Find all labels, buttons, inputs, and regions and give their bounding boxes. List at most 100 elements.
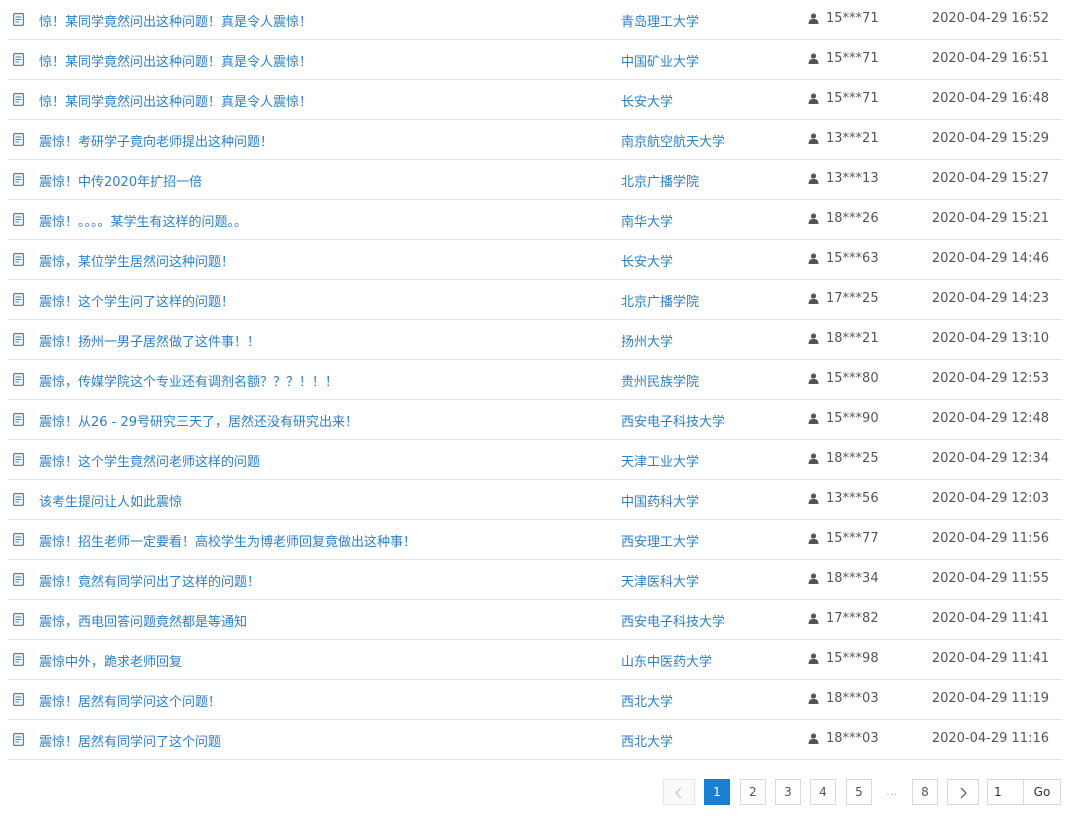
post-time: 2020-04-29 12:48 [931, 411, 1049, 426]
document-icon [13, 373, 24, 386]
page-4-button[interactable]: 4 [810, 779, 836, 805]
question-title-link[interactable]: 震惊中外，跪求老师回复 [39, 651, 182, 670]
list-item[interactable]: 震惊！中传2020年扩招一倍 北京广播学院 13***13 2020-04-29 15… [8, 160, 1062, 200]
chevron-left-icon [675, 787, 682, 799]
list-item[interactable]: 震惊！从26 - 29号研究三天了，居然还没有研究出来！ 西安电子科技大学 15**… [8, 400, 1062, 440]
school-link[interactable]: 中国矿业大学 [621, 51, 699, 70]
list-item[interactable]: 震惊！。。。。某学生有这样的问题。。 南华大学 18***26 2020-04-29 … [8, 200, 1062, 240]
document-icon [13, 133, 24, 146]
user-id: 15***71 [826, 51, 879, 66]
next-page-button[interactable] [947, 779, 979, 805]
school-link[interactable]: 贵州民族学院 [621, 371, 699, 390]
question-title-link[interactable]: 震惊！中传2020年扩招一倍 [39, 171, 202, 190]
question-title-link[interactable]: 震惊！居然有同学问了这个问题 [39, 731, 221, 750]
page-5-button[interactable]: 5 [846, 779, 872, 805]
prev-page-button[interactable] [663, 779, 695, 805]
post-time: 2020-04-29 11:55 [931, 571, 1049, 586]
list-item[interactable]: 震惊，西电回答问题竟然都是等通知 西安电子科技大学 17***82 2020-04-2… [8, 600, 1062, 640]
document-icon [13, 573, 24, 586]
question-title-link[interactable]: 惊！某同学竟然问出这种问题！真是令人震惊！ [39, 91, 312, 110]
chevron-right-icon [960, 787, 967, 799]
list-item[interactable]: 震惊！居然有同学问这个问题！ 西北大学 18***03 2020-04-29 11:1… [8, 680, 1062, 720]
post-time: 2020-04-29 14:23 [931, 291, 1049, 306]
list-item[interactable]: 震惊！这个学生竟然问老师这样的问题 天津工业大学 18***25 2020-04-29… [8, 440, 1062, 480]
question-title-link[interactable]: 震惊，某位学生居然问这种问题！ [39, 251, 234, 270]
question-title-link[interactable]: 震惊！。。。。某学生有这样的问题。。 [39, 211, 247, 230]
list-item[interactable]: 惊！某同学竟然问出这种问题！真是令人震惊！ 中国矿业大学 15***71 2020-0… [8, 40, 1062, 80]
list-item[interactable]: 震惊！扬州一男子居然做了这件事！！ 扬州大学 18***21 2020-04-29 1… [8, 320, 1062, 360]
list-item[interactable]: 震惊中外，跪求老师回复 山东中医药大学 15***98 2020-04-29 11:4… [8, 640, 1062, 680]
question-title-link[interactable]: 震惊！居然有同学问这个问题！ [39, 691, 221, 710]
school-link[interactable]: 西安电子科技大学 [621, 411, 725, 430]
school-link[interactable]: 长安大学 [621, 91, 673, 110]
school-link[interactable]: 天津医科大学 [621, 571, 699, 590]
user-id: 15***63 [826, 251, 879, 266]
school-link[interactable]: 西安电子科技大学 [621, 611, 725, 630]
user-id: 15***98 [826, 651, 879, 666]
list-item[interactable]: 震惊！招生老师一定要看！高校学生为博老师回复竟做出这种事！ 西安理工大学 15***… [8, 520, 1062, 560]
school-link[interactable]: 南京航空航天大学 [621, 131, 725, 150]
list-item[interactable]: 震惊，传媒学院这个专业还有调剂名额？？？！！！ 贵州民族学院 15***80 2020… [8, 360, 1062, 400]
question-title-link[interactable]: 惊！某同学竟然问出这种问题！真是令人震惊！ [39, 51, 312, 70]
school-link[interactable]: 西北大学 [621, 731, 673, 750]
post-time: 2020-04-29 12:03 [931, 491, 1049, 506]
document-icon [13, 413, 24, 426]
question-title-link[interactable]: 震惊！扬州一男子居然做了这件事！！ [39, 331, 260, 350]
document-icon [13, 93, 24, 106]
user-icon [808, 693, 819, 704]
document-icon [13, 13, 24, 26]
user-icon [808, 293, 819, 304]
school-link[interactable]: 中国药科大学 [621, 491, 699, 510]
page-2-button[interactable]: 2 [740, 779, 766, 805]
school-link[interactable]: 西安理工大学 [621, 531, 699, 550]
school-link[interactable]: 山东中医药大学 [621, 651, 712, 670]
list-item[interactable]: 震惊！竟然有同学问出了这样的问题！ 天津医科大学 18***34 2020-04-29… [8, 560, 1062, 600]
question-title-link[interactable]: 震惊，传媒学院这个专业还有调剂名额？？？！！！ [39, 371, 338, 390]
list-item[interactable]: 惊！某同学竟然问出这种问题！真是令人震惊！ 青岛理工大学 15***71 2020-0… [8, 0, 1062, 40]
page-1-button[interactable]: 1 [704, 779, 730, 805]
school-link[interactable]: 天津工业大学 [621, 451, 699, 470]
post-time: 2020-04-29 11:56 [931, 531, 1049, 546]
list-item[interactable]: 震惊，某位学生居然问这种问题！ 长安大学 15***63 2020-04-29 14:… [8, 240, 1062, 280]
school-link[interactable]: 北京广播学院 [621, 171, 699, 190]
question-title-link[interactable]: 震惊！从26 - 29号研究三天了，居然还没有研究出来！ [39, 411, 358, 430]
user-id: 13***56 [826, 491, 879, 506]
question-title-link[interactable]: 震惊！竟然有同学问出了这样的问题！ [39, 571, 260, 590]
list-item[interactable]: 该考生提问让人如此震惊 中国药科大学 13***56 2020-04-29 12:03 [8, 480, 1062, 520]
question-title-link[interactable]: 震惊！这个学生竟然问老师这样的问题 [39, 451, 260, 470]
school-link[interactable]: 青岛理工大学 [621, 11, 699, 30]
school-link[interactable]: 北京广播学院 [621, 291, 699, 310]
user-icon [808, 333, 819, 344]
school-link[interactable]: 长安大学 [621, 251, 673, 270]
user-id: 18***26 [826, 211, 879, 226]
post-time: 2020-04-29 16:51 [931, 51, 1049, 66]
question-title-link[interactable]: 震惊，西电回答问题竟然都是等通知 [39, 611, 247, 630]
list-item[interactable]: 惊！某同学竟然问出这种问题！真是令人震惊！ 长安大学 15***71 2020-04-… [8, 80, 1062, 120]
document-icon [13, 493, 24, 506]
question-title-link[interactable]: 震惊！这个学生问了这样的问题！ [39, 291, 234, 310]
user-id: 18***34 [826, 571, 879, 586]
page-3-button[interactable]: 3 [775, 779, 801, 805]
school-link[interactable]: 扬州大学 [621, 331, 673, 350]
post-time: 2020-04-29 16:52 [931, 11, 1049, 26]
go-button[interactable]: Go [1024, 779, 1061, 805]
user-icon [808, 213, 819, 224]
post-time: 2020-04-29 15:21 [931, 211, 1049, 226]
question-title-link[interactable]: 震惊！招生老师一定要看！高校学生为博老师回复竟做出这种事！ [39, 531, 416, 550]
page-8-button[interactable]: 8 [912, 779, 938, 805]
page-jump-input[interactable] [987, 779, 1024, 805]
question-title-link[interactable]: 惊！某同学竟然问出这种问题！真是令人震惊！ [39, 11, 312, 30]
document-icon [13, 733, 24, 746]
list-item[interactable]: 震惊！考研学子竟向老师提出这种问题！ 南京航空航天大学 13***21 2020-04… [8, 120, 1062, 160]
list-item[interactable]: 震惊！这个学生问了这样的问题！ 北京广播学院 17***25 2020-04-29 1… [8, 280, 1062, 320]
user-icon [808, 413, 819, 424]
list-item[interactable]: 震惊！居然有同学问了这个问题 西北大学 18***03 2020-04-29 11:1… [8, 720, 1062, 760]
user-icon [808, 373, 819, 384]
question-title-link[interactable]: 该考生提问让人如此震惊 [39, 491, 182, 510]
school-link[interactable]: 南华大学 [621, 211, 673, 230]
post-time: 2020-04-29 11:41 [931, 651, 1049, 666]
question-title-link[interactable]: 震惊！考研学子竟向老师提出这种问题！ [39, 131, 273, 150]
user-id: 18***03 [826, 731, 879, 746]
user-id: 18***21 [826, 331, 879, 346]
school-link[interactable]: 西北大学 [621, 691, 673, 710]
